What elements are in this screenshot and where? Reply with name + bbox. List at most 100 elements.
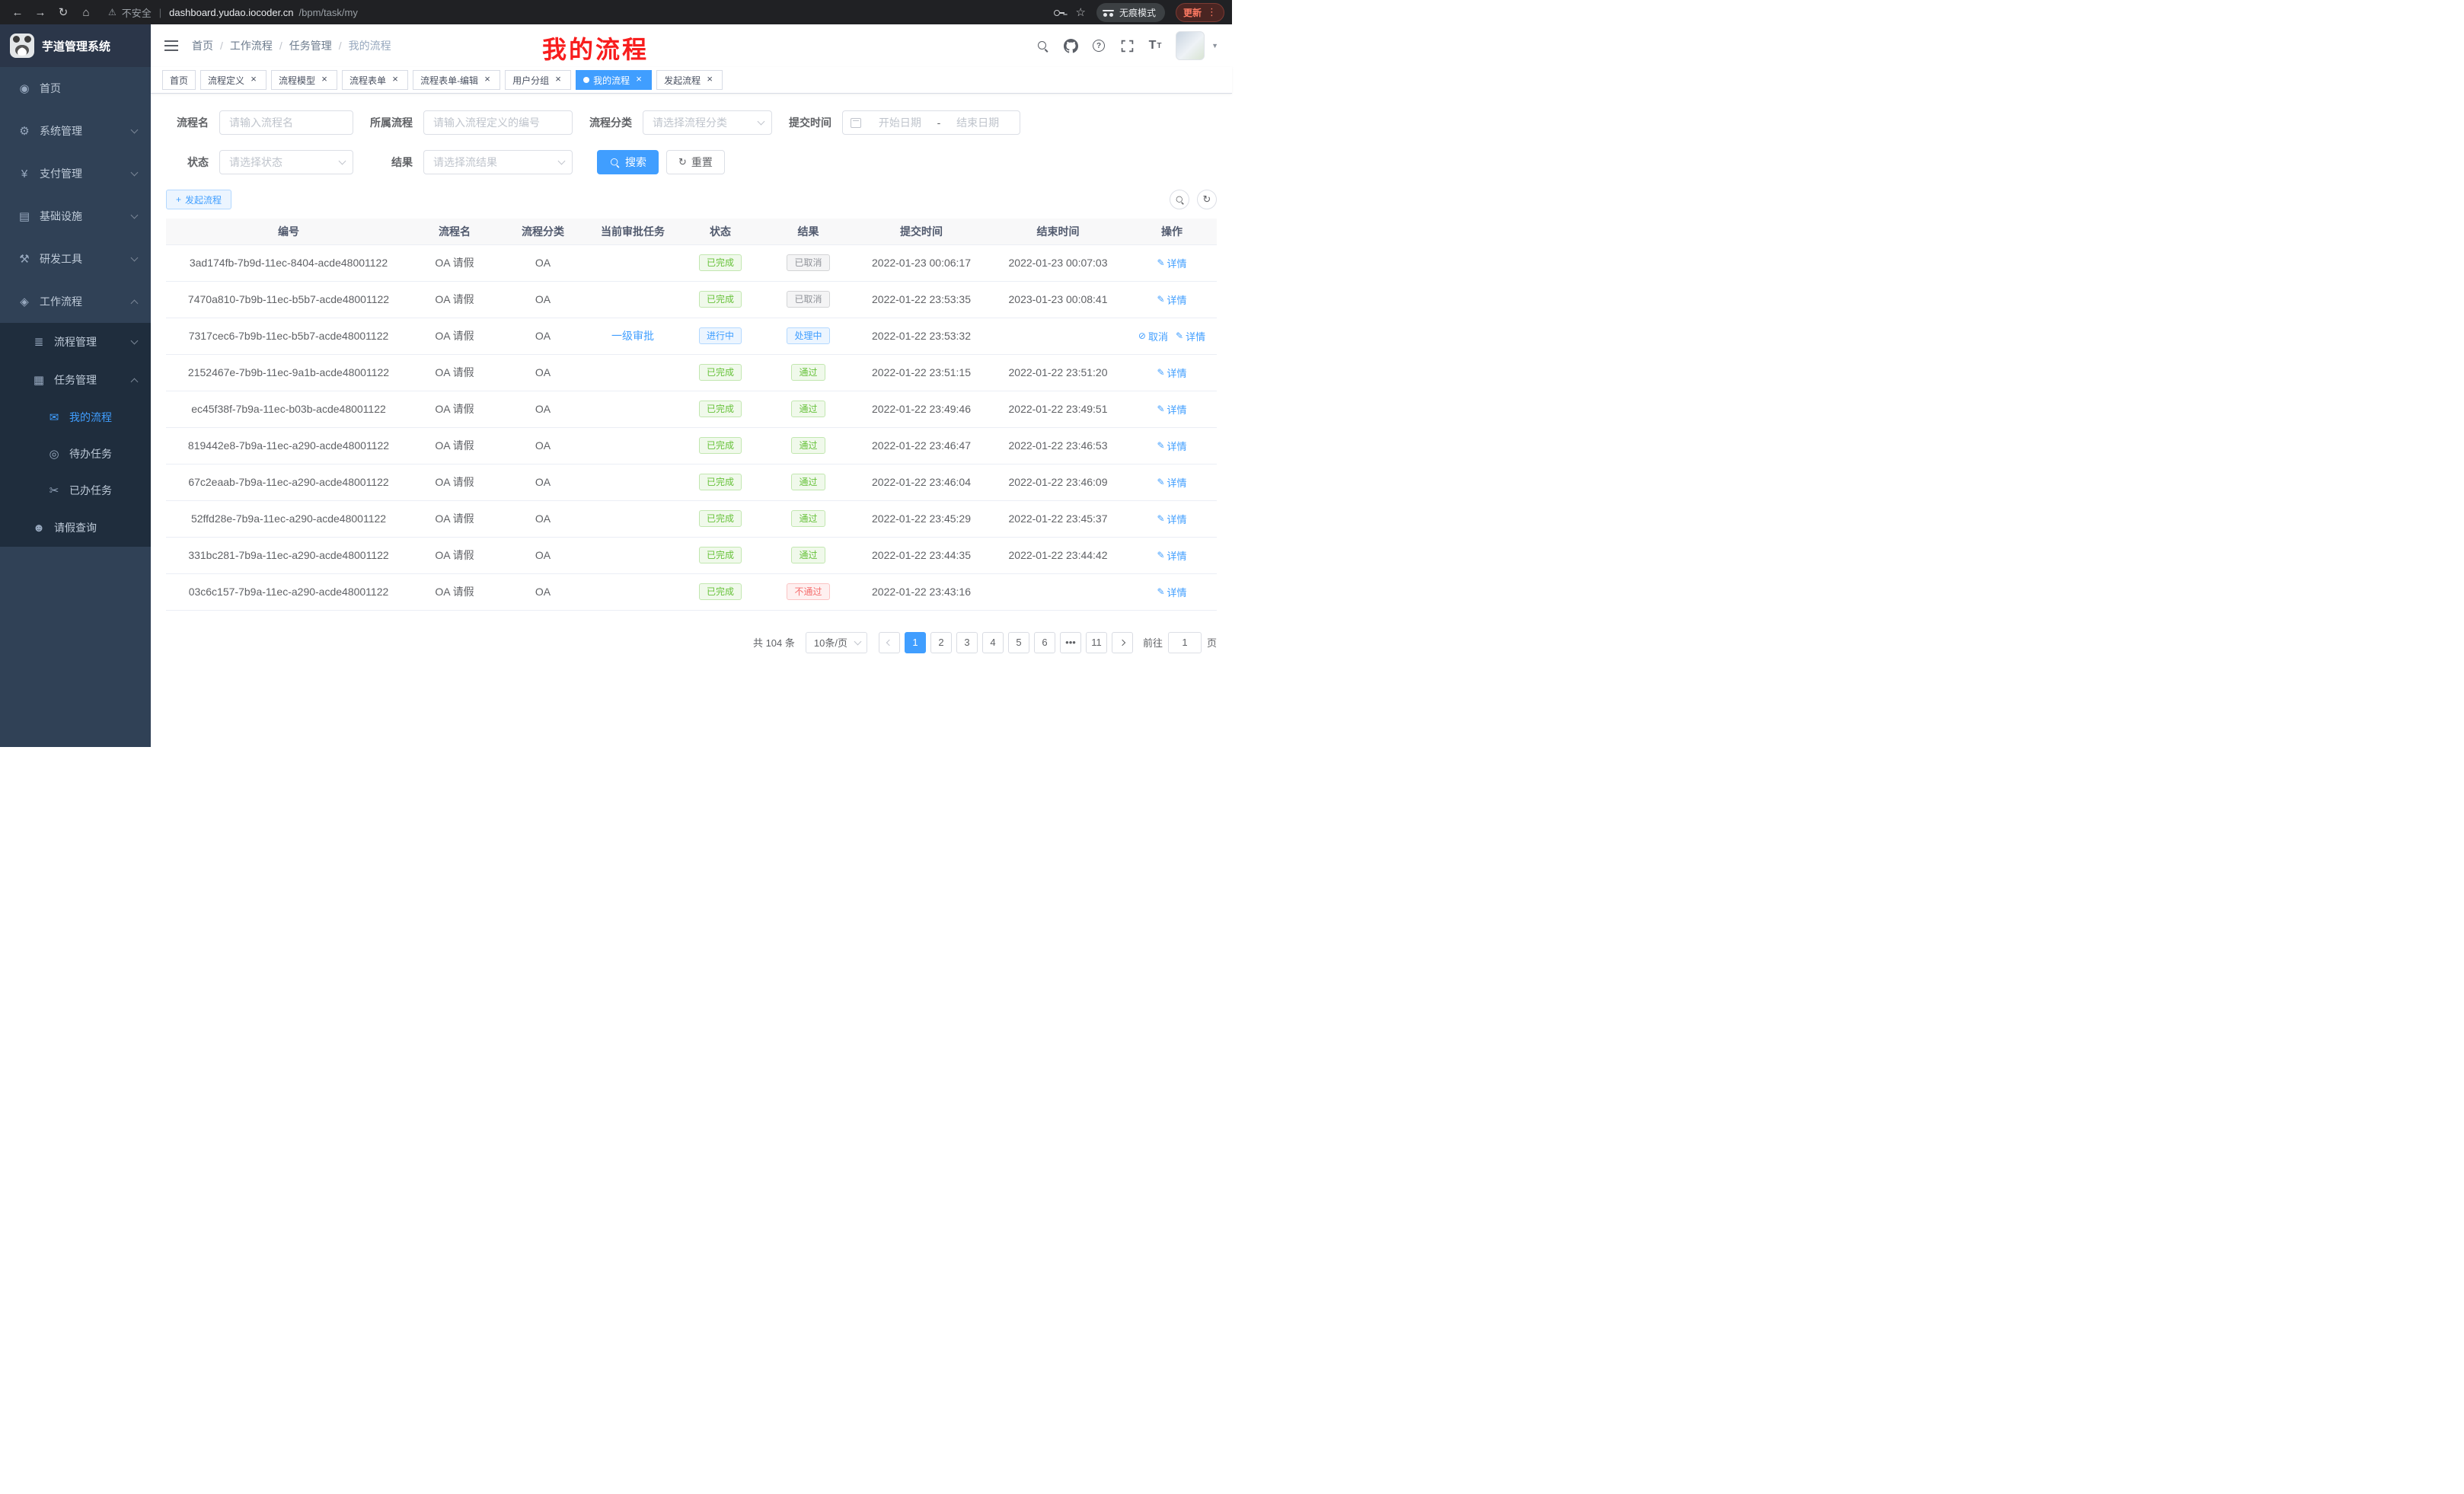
detail-link[interactable]: ✎详情 <box>1157 512 1186 526</box>
current-task-link[interactable]: 一级审批 <box>611 330 654 342</box>
sidebar-item-infrastructure[interactable]: ▤基础设施 <box>0 195 151 238</box>
process-name-input[interactable] <box>219 110 353 135</box>
breadcrumb-item[interactable]: 任务管理 <box>289 38 332 53</box>
close-icon[interactable]: × <box>319 75 330 85</box>
fontsize-icon[interactable]: TT <box>1147 37 1163 54</box>
sidebar-item-devtools[interactable]: ⚒研发工具 <box>0 238 151 280</box>
status-select[interactable]: 请选择状态 <box>219 150 353 174</box>
reload-icon[interactable]: ↻ <box>53 2 73 22</box>
detail-link[interactable]: ✎详情 <box>1157 548 1186 563</box>
tab-start-process[interactable]: 发起流程× <box>656 70 723 90</box>
start-date-placeholder: 开始日期 <box>866 115 934 130</box>
cancel-link[interactable]: ⊘取消 <box>1138 329 1168 343</box>
process-id: 67c2eaab-7b9a-11ec-a290-acde48001122 <box>166 464 411 500</box>
page-button-11[interactable]: 11 <box>1086 632 1107 653</box>
back-icon[interactable]: ← <box>8 2 27 22</box>
process-id: 52ffd28e-7b9a-11ec-a290-acde48001122 <box>166 500 411 537</box>
sidebar-item-task-mgmt[interactable]: ▦任务管理 <box>0 361 151 399</box>
close-icon[interactable]: × <box>634 75 644 85</box>
goto-page-input[interactable] <box>1168 632 1202 653</box>
sidebar-item-todo-tasks[interactable]: ◎待办任务 <box>0 436 151 472</box>
tab-home[interactable]: 首页 <box>162 70 196 90</box>
edit-icon: ✎ <box>1157 404 1164 414</box>
search-icon[interactable] <box>1035 37 1050 54</box>
page-more-button[interactable]: ••• <box>1060 632 1081 653</box>
sidebar-item-system[interactable]: ⚙系统管理 <box>0 110 151 152</box>
sidebar-item-leave-query[interactable]: ☻请假查询 <box>0 509 151 547</box>
tab-process-definition[interactable]: 流程定义× <box>200 70 267 90</box>
detail-link[interactable]: ✎详情 <box>1157 585 1186 599</box>
prev-page-button[interactable] <box>879 632 900 653</box>
table-row: 03c6c157-7b9a-11ec-a290-acde48001122OA 请… <box>166 573 1217 610</box>
sidebar-item-my-process[interactable]: ✉我的流程 <box>0 399 151 436</box>
create-process-button[interactable]: + 发起流程 <box>166 190 231 209</box>
hamburger-icon[interactable] <box>164 45 178 46</box>
close-icon[interactable]: × <box>248 75 259 85</box>
sidebar-item-label: 研发工具 <box>40 251 82 267</box>
forward-icon[interactable]: → <box>30 2 50 22</box>
breadcrumb-item[interactable]: 工作流程 <box>230 38 273 53</box>
sidebar-item-workflow[interactable]: ◈工作流程 <box>0 280 151 323</box>
page-button-3[interactable]: 3 <box>956 632 978 653</box>
tab-my-process[interactable]: 我的流程× <box>576 70 652 90</box>
page-button-4[interactable]: 4 <box>982 632 1004 653</box>
help-icon[interactable]: ? <box>1091 37 1106 54</box>
bookmark-star-icon[interactable]: ☆ <box>1076 5 1086 19</box>
breadcrumb-item[interactable]: 首页 <box>192 38 213 53</box>
address-bar[interactable]: ⚠ 不安全 | dashboard.yudao.iocoder.cn/bpm/t… <box>96 5 1053 20</box>
chevron-down-icon <box>558 158 566 165</box>
process-id: 3ad174fb-7b9d-11ec-8404-acde48001122 <box>166 244 411 281</box>
detail-link[interactable]: ✎详情 <box>1176 329 1205 343</box>
page-button-5[interactable]: 5 <box>1008 632 1029 653</box>
page-button-2[interactable]: 2 <box>930 632 952 653</box>
process-def-input[interactable] <box>423 110 573 135</box>
avatar[interactable] <box>1176 31 1205 60</box>
close-icon[interactable]: × <box>553 75 563 85</box>
caret-down-icon[interactable]: ▼ <box>1211 42 1218 49</box>
page-size-select[interactable]: 10条/页 <box>806 632 867 653</box>
sidebar-item-process-mgmt[interactable]: ≣流程管理 <box>0 323 151 361</box>
column-header: 结果 <box>763 219 854 244</box>
close-icon[interactable]: × <box>390 75 401 85</box>
detail-link[interactable]: ✎详情 <box>1157 256 1186 270</box>
reset-button[interactable]: ↻ 重置 <box>666 150 725 174</box>
result-cell: 通过 <box>763 354 854 391</box>
tab-process-form-edit[interactable]: 流程表单-编辑× <box>413 70 500 90</box>
sidebar-item-home[interactable]: ◉首页 <box>0 67 151 110</box>
close-icon[interactable]: × <box>482 75 493 85</box>
actions-cell: ✎详情 <box>1127 464 1217 500</box>
close-icon[interactable]: × <box>704 75 715 85</box>
page-button-6[interactable]: 6 <box>1034 632 1055 653</box>
detail-link[interactable]: ✎详情 <box>1157 475 1186 490</box>
chevron-up-icon <box>131 378 139 385</box>
update-button[interactable]: 更新 ⋮ <box>1176 3 1224 22</box>
fullscreen-icon[interactable] <box>1119 37 1135 54</box>
sidebar-item-done-tasks[interactable]: ✂已办任务 <box>0 472 151 509</box>
process-category: OA <box>498 464 588 500</box>
detail-link[interactable]: ✎详情 <box>1157 402 1186 417</box>
kebab-menu-icon[interactable]: ⋮ <box>1207 6 1217 18</box>
incognito-badge[interactable]: 无痕模式 <box>1096 3 1165 22</box>
tab-user-group[interactable]: 用户分组× <box>505 70 571 90</box>
page-button-1[interactable]: 1 <box>905 632 926 653</box>
logo-area[interactable]: 芋道管理系统 <box>0 24 151 67</box>
tab-process-form[interactable]: 流程表单× <box>342 70 408 90</box>
browser-home-icon[interactable]: ⌂ <box>76 2 96 22</box>
dashboard-icon: ◉ <box>18 81 31 95</box>
toggle-search-button[interactable] <box>1170 190 1189 209</box>
result-select[interactable]: 请选择流结果 <box>423 150 573 174</box>
next-page-button[interactable] <box>1112 632 1133 653</box>
tab-process-model[interactable]: 流程模型× <box>271 70 337 90</box>
category-select[interactable]: 请选择流程分类 <box>643 110 772 135</box>
submit-time-range[interactable]: 开始日期 - 结束日期 <box>842 110 1020 135</box>
detail-link[interactable]: ✎详情 <box>1157 366 1186 380</box>
detail-link[interactable]: ✎详情 <box>1157 292 1186 307</box>
detail-link[interactable]: ✎详情 <box>1157 439 1186 453</box>
refresh-table-button[interactable]: ↻ <box>1197 190 1217 209</box>
process-category: OA <box>498 391 588 427</box>
key-icon[interactable] <box>1053 7 1065 18</box>
search-button[interactable]: 搜索 <box>597 150 659 174</box>
github-icon[interactable] <box>1063 37 1078 54</box>
sidebar-item-payment[interactable]: ¥支付管理 <box>0 152 151 195</box>
process-id: 819442e8-7b9a-11ec-a290-acde48001122 <box>166 427 411 464</box>
